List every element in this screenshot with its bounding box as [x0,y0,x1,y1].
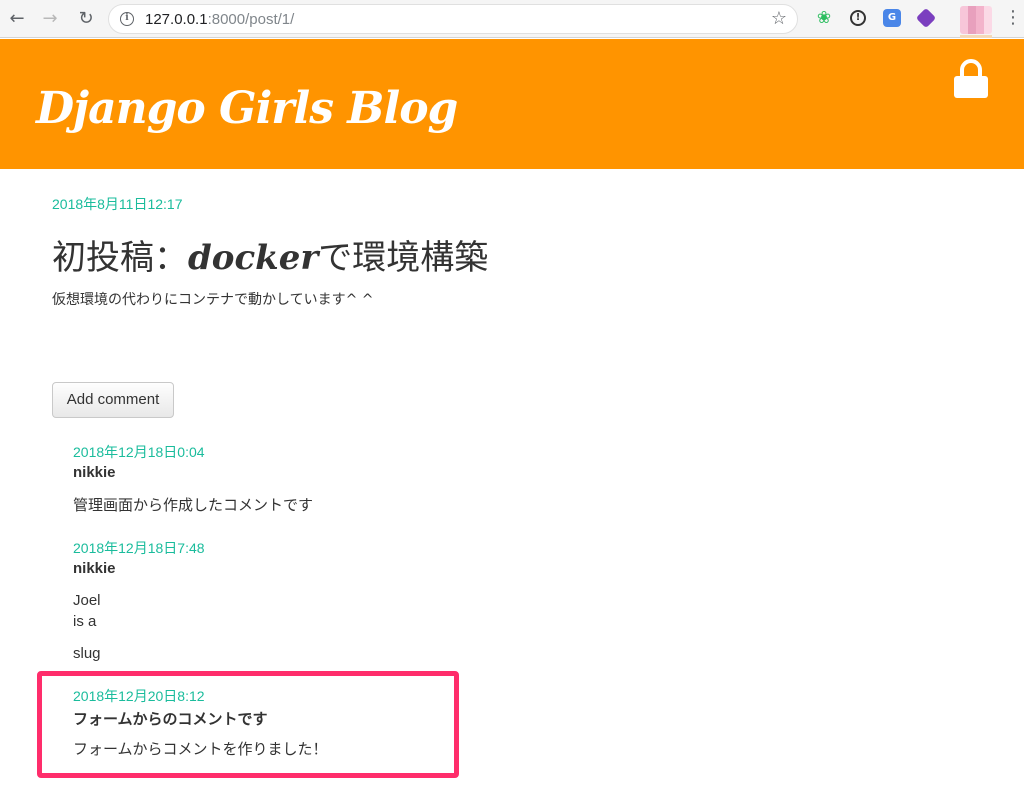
comment-text-line: Joel [73,592,101,609]
browser-toolbar: ← → ↻ i 127.0.0.1:8000/post/1/ ☆ ❀ ! G ⋮ [0,0,1024,38]
post-title-suffix: で環境構築 [318,238,489,278]
cube-extension-icon[interactable] [915,7,937,29]
post-title-emphasis: docker [188,238,319,278]
page-header: Django Girls Blog [0,39,1024,169]
back-icon[interactable]: ← [5,7,29,31]
info-extension-icon[interactable]: ! [850,10,866,26]
browser-menu-icon[interactable]: ⋮ [1004,8,1022,28]
comment: 2018年12月20日8:12 フォームからのコメントです フォームからコメント… [73,686,328,758]
info-icon[interactable]: i [120,12,134,26]
comment-author: nikkie [73,560,116,577]
forward-icon[interactable]: → [38,7,62,31]
comment-date: 2018年12月18日0:04 [73,444,205,460]
post-title: 初投稿：dockerで環境構築 [52,230,488,279]
comment-date: 2018年12月18日7:48 [73,540,205,556]
comment-text-line: slug [73,645,101,662]
site-title[interactable]: Django Girls Blog [36,83,458,134]
translate-extension-icon[interactable]: G [883,9,901,27]
comment: 2018年12月18日0:04 nikkie 管理画面から作成したコメントです [73,442,313,514]
profile-avatar[interactable] [960,6,992,38]
comment: 2018年12月18日7:48 nikkie Joel is a slug [73,538,205,662]
evernote-extension-icon[interactable]: ❀ [815,9,833,27]
reload-icon[interactable]: ↻ [74,7,98,31]
post-date: 2018年8月11日12:17 [52,196,183,212]
lock-icon[interactable] [953,59,989,99]
comment-text: フォームからコメントを作りました！ [73,741,328,758]
add-comment-button[interactable]: Add comment [52,382,174,418]
comment-date: 2018年12月20日8:12 [73,688,205,704]
post-text: 仮想環境の代わりにコンテナで動かしています^ ^ [52,292,374,308]
url-text[interactable]: 127.0.0.1:8000/post/1/ [145,11,294,28]
bookmark-star-icon[interactable]: ☆ [771,8,787,29]
comment-text: 管理画面から作成したコメントです [73,497,314,514]
url-host: 127.0.0.1 [145,11,208,28]
address-bar[interactable]: i 127.0.0.1:8000/post/1/ ☆ [108,4,798,34]
comment-text-line: is a [73,613,97,630]
url-path: :8000/post/1/ [207,11,295,28]
comment-author: nikkie [73,464,116,481]
post-title-prefix: 初投稿： [52,238,188,278]
comment-author: フォームからのコメントです [73,711,268,728]
